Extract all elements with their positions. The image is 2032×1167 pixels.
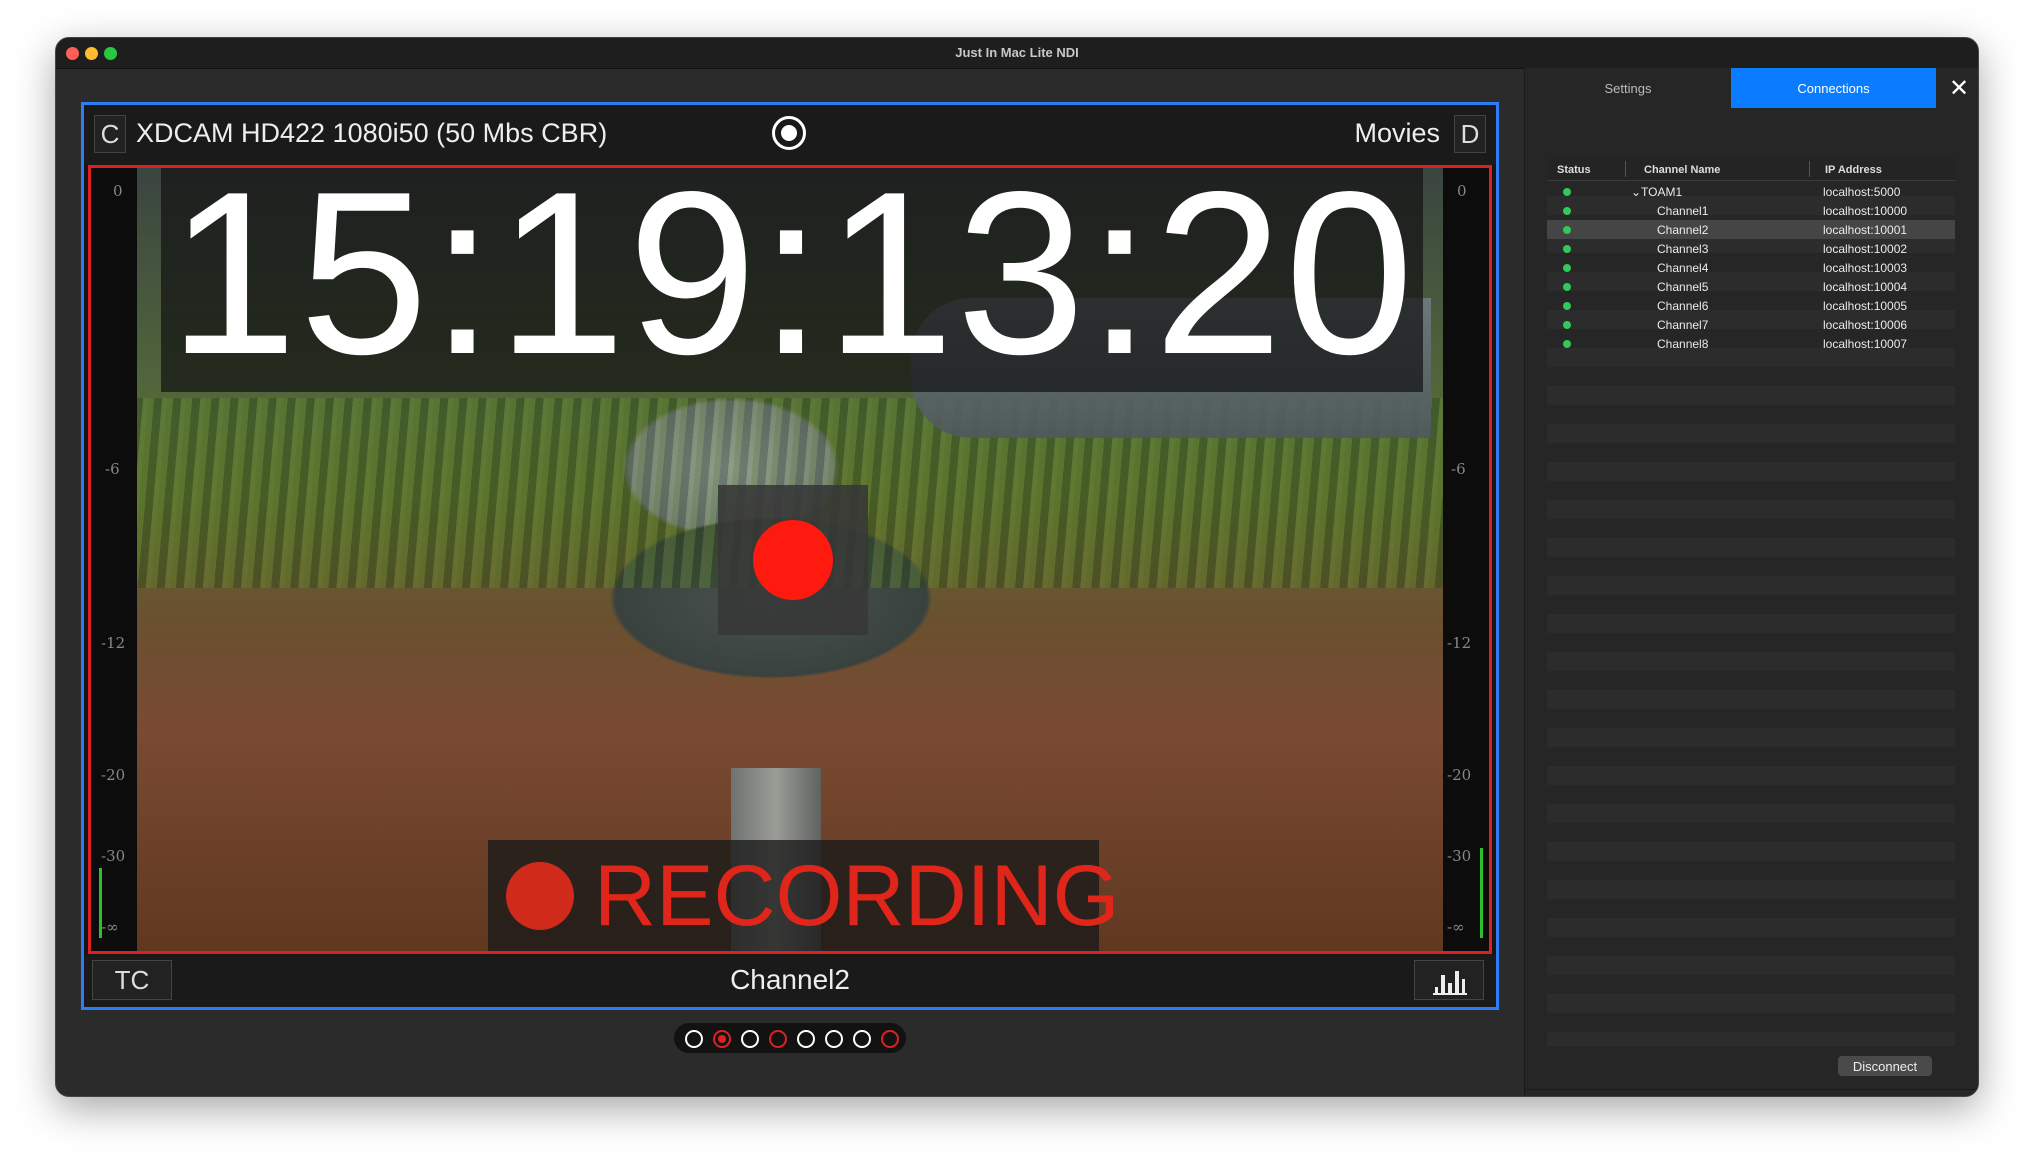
ip-cell: localhost:10007 bbox=[1823, 337, 1908, 351]
channel-name-cell: Channel6 bbox=[1657, 299, 1709, 313]
meter-tick: -12 bbox=[1447, 634, 1472, 652]
ip-cell: localhost:10002 bbox=[1823, 242, 1908, 256]
pager-dot[interactable] bbox=[741, 1030, 759, 1048]
channel-name-cell: Channel4 bbox=[1657, 261, 1709, 275]
left-c-button[interactable]: C bbox=[94, 115, 126, 153]
status-ok-icon bbox=[1563, 207, 1571, 215]
sidebar: Settings Connections ✕ Status Channel Na… bbox=[1524, 68, 1978, 1096]
column-header-status[interactable]: Status bbox=[1557, 164, 1591, 176]
meter-tick: -∞ bbox=[101, 918, 119, 936]
audio-meter-left: 0 -6 -12 -20 -30 -∞ bbox=[91, 168, 137, 951]
column-header-channel[interactable]: Channel Name bbox=[1644, 164, 1720, 176]
column-separator bbox=[1809, 161, 1810, 177]
status-ok-icon bbox=[1563, 321, 1571, 329]
table-header: Status Channel Name IP Address bbox=[1547, 158, 1955, 181]
target-label: Movies bbox=[1354, 118, 1440, 148]
connections-table: Status Channel Name IP Address ⌄ TOAM1 l… bbox=[1547, 158, 1955, 1046]
meter-tick: -12 bbox=[101, 634, 126, 652]
status-ok-icon bbox=[1563, 226, 1571, 234]
channel-name-cell: Channel8 bbox=[1657, 337, 1709, 351]
table-row-selected[interactable]: Channel2 localhost:10001 bbox=[1547, 220, 1955, 239]
pager-dot[interactable] bbox=[853, 1030, 871, 1048]
ip-cell: localhost:10001 bbox=[1823, 223, 1908, 237]
meter-tick: -6 bbox=[105, 460, 120, 478]
player-top-bar: C XDCAM HD422 1080i50 (50 Mbs CBR) Movie… bbox=[84, 105, 1496, 165]
column-header-ip[interactable]: IP Address bbox=[1825, 164, 1882, 176]
channel-name-cell: TOAM1 bbox=[1641, 185, 1683, 199]
meter-tick: -6 bbox=[1451, 460, 1466, 478]
ip-cell: localhost:5000 bbox=[1823, 185, 1901, 199]
meter-level bbox=[1480, 848, 1483, 938]
record-status-icon[interactable] bbox=[772, 116, 806, 150]
table-row[interactable]: Channel1 localhost:10000 bbox=[1547, 201, 1955, 220]
timecode-overlay: 15:19:13:20 bbox=[161, 168, 1423, 392]
meter-tick: -30 bbox=[101, 847, 126, 865]
channel-name-label: Channel2 bbox=[730, 964, 850, 995]
pager-dot[interactable] bbox=[713, 1030, 731, 1048]
table-row[interactable]: Channel7 localhost:10006 bbox=[1547, 315, 1955, 334]
meter-tick: -30 bbox=[1447, 847, 1472, 865]
ip-cell: localhost:10000 bbox=[1823, 204, 1908, 218]
disconnect-button[interactable]: Disconnect bbox=[1838, 1056, 1932, 1076]
meter-tick: -∞ bbox=[1447, 918, 1465, 936]
tab-connections[interactable]: Connections bbox=[1731, 68, 1936, 108]
status-ok-icon bbox=[1563, 302, 1571, 310]
title-bar: Just In Mac Lite NDI bbox=[56, 38, 1978, 69]
status-ok-icon bbox=[1563, 264, 1571, 272]
channel-name-cell: Channel3 bbox=[1657, 242, 1709, 256]
right-d-button[interactable]: D bbox=[1454, 115, 1486, 153]
channel-name-cell: Channel1 bbox=[1657, 204, 1709, 218]
ip-cell: localhost:10003 bbox=[1823, 261, 1908, 275]
sidebar-tabs: Settings Connections ✕ bbox=[1525, 68, 1978, 108]
recording-dot-icon bbox=[506, 862, 574, 930]
meter-level bbox=[99, 868, 102, 938]
column-separator bbox=[1625, 161, 1626, 177]
pager-dot[interactable] bbox=[769, 1030, 787, 1048]
meter-tick: -20 bbox=[1447, 766, 1472, 784]
recording-badge: RECORDING bbox=[488, 840, 1120, 951]
status-ok-icon bbox=[1563, 340, 1571, 348]
ip-cell: localhost:10005 bbox=[1823, 299, 1908, 313]
channel-name-cell: Channel7 bbox=[1657, 318, 1709, 332]
tab-settings[interactable]: Settings bbox=[1525, 68, 1731, 108]
record-button[interactable] bbox=[718, 485, 868, 635]
format-label: XDCAM HD422 1080i50 (50 Mbs CBR) bbox=[136, 118, 608, 148]
table-row[interactable]: Channel8 localhost:10007 bbox=[1547, 334, 1955, 353]
audio-meter-right: 0 -6 -12 -20 -30 -∞ bbox=[1443, 168, 1489, 951]
pager-dot[interactable] bbox=[797, 1030, 815, 1048]
pager-dot[interactable] bbox=[881, 1030, 899, 1048]
bar-chart-icon bbox=[1433, 971, 1467, 995]
app-window: Just In Mac Lite NDI C XDCAM HD422 1080i… bbox=[55, 37, 1979, 1097]
timecode-display: 15:19:13:20 bbox=[168, 165, 1416, 403]
sidebar-divider bbox=[1525, 1089, 1978, 1090]
pager-dot[interactable] bbox=[685, 1030, 703, 1048]
channel-name-cell: Channel2 bbox=[1657, 223, 1709, 237]
status-ok-icon bbox=[1563, 283, 1571, 291]
channel-pager bbox=[674, 1023, 906, 1053]
audio-levels-button[interactable] bbox=[1414, 960, 1484, 1000]
status-ok-icon bbox=[1563, 245, 1571, 253]
ip-cell: localhost:10004 bbox=[1823, 280, 1908, 294]
recording-label: RECORDING bbox=[594, 848, 1120, 944]
table-row[interactable]: Channel4 localhost:10003 bbox=[1547, 258, 1955, 277]
window-title: Just In Mac Lite NDI bbox=[955, 45, 1079, 60]
table-row[interactable]: ⌄ TOAM1 localhost:5000 bbox=[1547, 182, 1955, 201]
pager-dot[interactable] bbox=[825, 1030, 843, 1048]
meter-tick: 0 bbox=[113, 182, 123, 200]
channel-name-cell: Channel5 bbox=[1657, 280, 1709, 294]
player-bottom-bar: TC Channel2 bbox=[84, 954, 1496, 1007]
meter-tick: -20 bbox=[101, 766, 126, 784]
table-row[interactable]: Channel6 localhost:10005 bbox=[1547, 296, 1955, 315]
channel-player[interactable]: C XDCAM HD422 1080i50 (50 Mbs CBR) Movie… bbox=[81, 102, 1499, 1010]
table-row[interactable]: Channel5 localhost:10004 bbox=[1547, 277, 1955, 296]
close-icon[interactable]: ✕ bbox=[1949, 74, 1969, 103]
status-ok-icon bbox=[1563, 188, 1571, 196]
meter-tick: 0 bbox=[1457, 182, 1467, 200]
disclosure-chevron-icon[interactable]: ⌄ bbox=[1631, 185, 1641, 199]
ip-cell: localhost:10006 bbox=[1823, 318, 1908, 332]
table-row[interactable]: Channel3 localhost:10002 bbox=[1547, 239, 1955, 258]
video-preview: 0 -6 -12 -20 -30 -∞ 0 -6 -12 -20 -30 -∞ … bbox=[88, 165, 1492, 954]
